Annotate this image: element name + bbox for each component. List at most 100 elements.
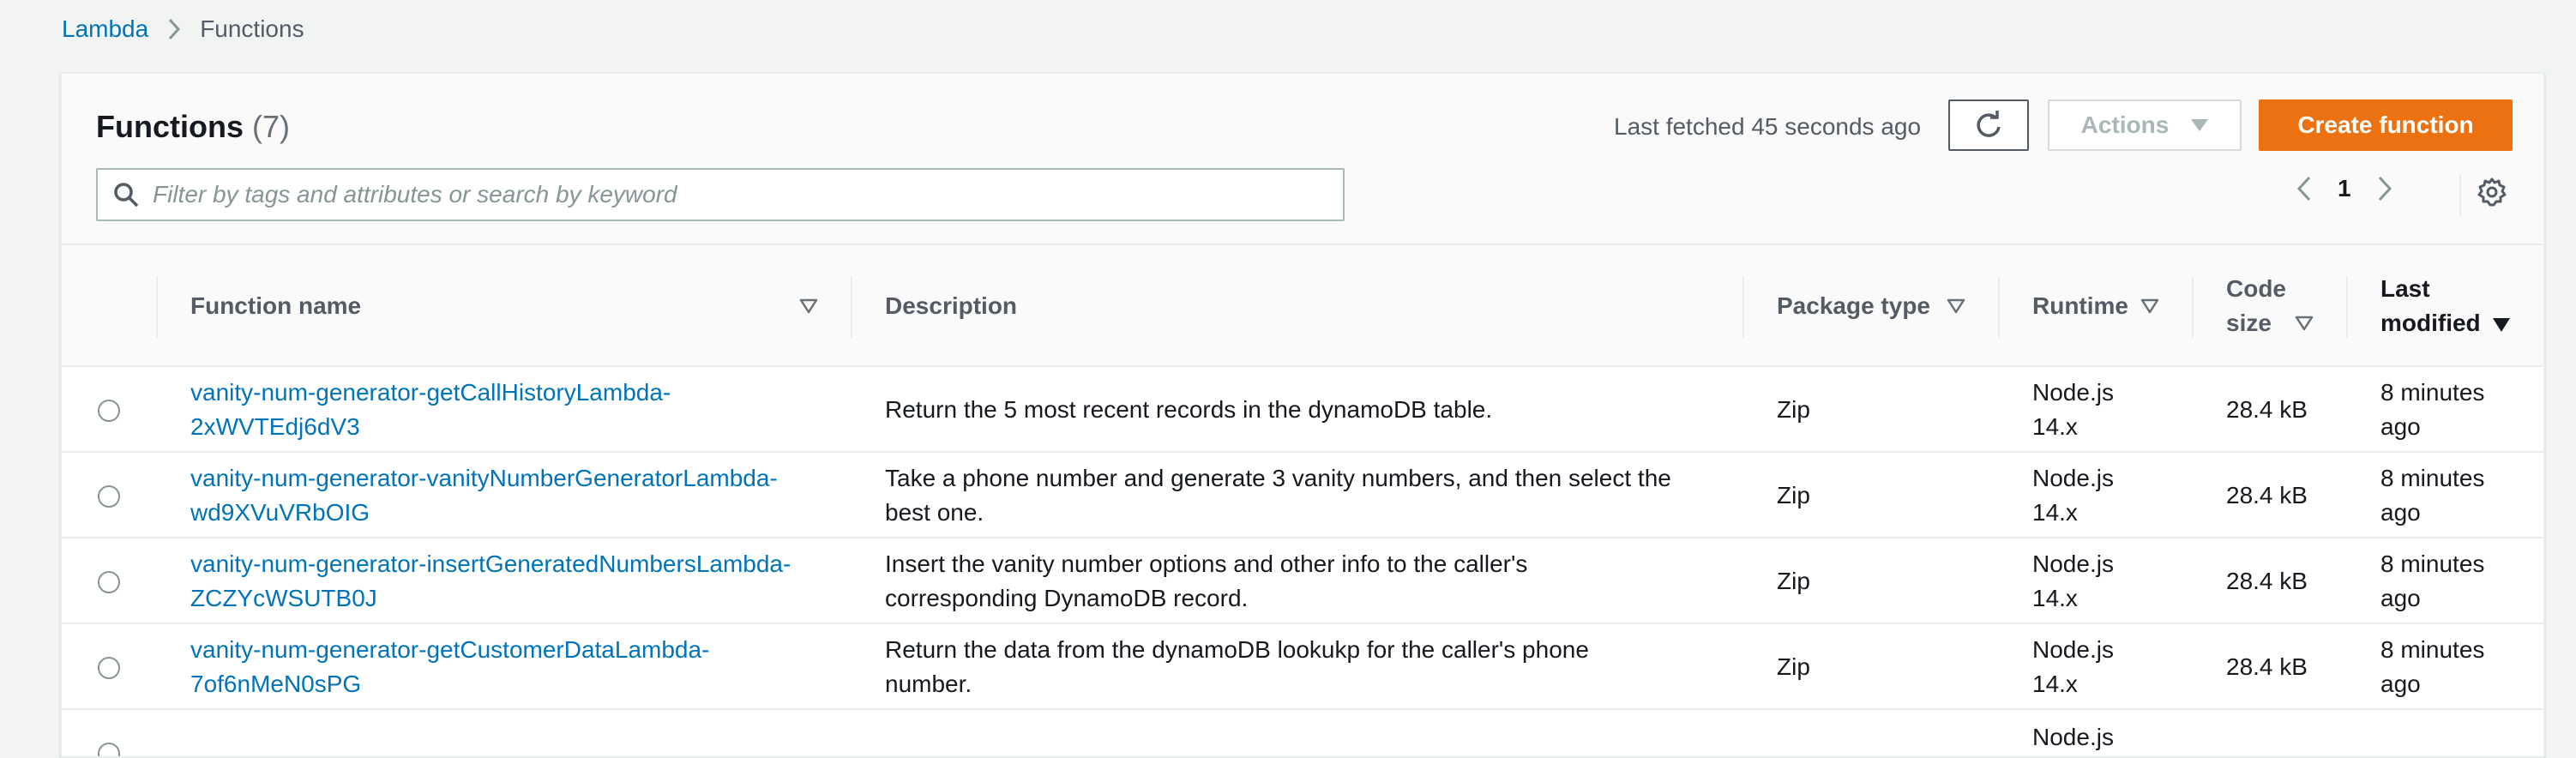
function-name-line: vanity-num-generator-insertGeneratedNumb… bbox=[190, 550, 791, 577]
row-select-radio[interactable] bbox=[98, 743, 120, 756]
function-name-line: vanity-num-generator-getCallHistoryLambd… bbox=[190, 379, 671, 406]
breadcrumb-lambda-link[interactable]: Lambda bbox=[62, 12, 148, 46]
description-cell: Return the 5 most recent records in the … bbox=[885, 367, 1492, 453]
last-modified-cell: 8 minutes ago bbox=[2380, 367, 2484, 453]
column-divider bbox=[1742, 276, 1744, 338]
row-select-radio[interactable] bbox=[98, 657, 120, 679]
refresh-button[interactable] bbox=[1948, 99, 2029, 151]
next-page-icon[interactable] bbox=[2377, 175, 2392, 202]
search-icon bbox=[113, 182, 139, 208]
runtime-line: 14.x bbox=[2032, 499, 2078, 526]
caret-down-icon bbox=[2191, 119, 2209, 131]
column-header-package-type[interactable]: Package type bbox=[1777, 245, 1930, 367]
column-label: Function name bbox=[190, 292, 362, 319]
description-line: Return the data from the dynamoDB lookuk… bbox=[885, 636, 1589, 663]
column-header-code-size[interactable]: Code size bbox=[2226, 245, 2286, 367]
code-size-cell: 28.4 kB bbox=[2226, 568, 2308, 594]
row-select-radio[interactable] bbox=[98, 571, 120, 593]
last-modified-line: ago bbox=[2380, 585, 2421, 611]
breadcrumb-current: Functions bbox=[200, 15, 304, 42]
table-row[interactable]: vanity-num-generator-vanityNumberGenerat… bbox=[62, 453, 2543, 538]
runtime-cell: Node.js 14.x bbox=[2032, 367, 2114, 453]
function-name-line: 7of6nMeN0sPG bbox=[190, 671, 362, 697]
sort-icon[interactable] bbox=[2140, 298, 2159, 314]
column-label: modified bbox=[2380, 310, 2481, 336]
sort-icon[interactable] bbox=[2295, 316, 2314, 331]
description-cell: Insert the vanity number options and oth… bbox=[885, 538, 1527, 624]
current-page-number[interactable]: 1 bbox=[2338, 175, 2351, 202]
last-modified-line: 8 minutes bbox=[2380, 550, 2485, 577]
last-modified-cell: 8 minutes ago bbox=[2380, 624, 2484, 710]
function-name-line: wd9XVuVRbOIG bbox=[190, 499, 370, 526]
code-size-cell: 28.4 kB bbox=[2226, 482, 2308, 508]
page-title: Functions (7) bbox=[96, 106, 290, 147]
functions-table-panel: Functions (7) Last fetched 45 seconds ago… bbox=[60, 72, 2545, 758]
function-name-line: 2xWVTEdj6dV3 bbox=[190, 413, 360, 440]
title-text: Functions bbox=[96, 109, 244, 144]
package-type-cell: Zip bbox=[1777, 653, 1810, 680]
column-label: Code bbox=[2226, 275, 2286, 302]
search-box bbox=[96, 168, 1345, 221]
runtime-line: 14.x bbox=[2032, 585, 2078, 611]
description-line: Take a phone number and generate 3 vanit… bbox=[885, 465, 1671, 491]
column-label: Description bbox=[885, 292, 1018, 319]
description-cell: Return the data from the dynamoDB lookuk… bbox=[885, 624, 1589, 710]
actions-dropdown-button[interactable]: Actions bbox=[2048, 99, 2242, 151]
table-row[interactable]: vanity-num-generator-insertGeneratedNumb… bbox=[62, 538, 2543, 624]
last-modified-line: 8 minutes bbox=[2380, 636, 2485, 663]
row-select-radio[interactable] bbox=[98, 400, 120, 422]
description-line: Return the 5 most recent records in the … bbox=[885, 396, 1493, 423]
sort-icon[interactable] bbox=[799, 298, 818, 314]
column-header-last-modified[interactable]: Last modified bbox=[2380, 245, 2481, 367]
function-count: (7) bbox=[251, 109, 290, 144]
table-row[interactable]: vanity-num-generator-getCustomerDataLamb… bbox=[62, 624, 2543, 710]
last-modified-cell: 8 minutes ago bbox=[2380, 453, 2484, 538]
last-fetched-text: Last fetched 45 seconds ago bbox=[1614, 113, 1922, 140]
column-divider bbox=[2346, 276, 2348, 338]
description-line: Insert the vanity number options and oth… bbox=[885, 550, 1528, 577]
last-modified-cell: 8 minutes ago bbox=[2380, 538, 2484, 624]
package-type-cell: Zip bbox=[1777, 568, 1810, 594]
last-modified-line: ago bbox=[2380, 499, 2421, 526]
package-type-cell: Zip bbox=[1777, 396, 1810, 423]
panel-header: Functions (7) Last fetched 45 seconds ago… bbox=[62, 74, 2543, 245]
description-cell: Take a phone number and generate 3 vanit… bbox=[885, 453, 1671, 538]
function-name-line: vanity-num-generator-getCustomerDataLamb… bbox=[190, 636, 710, 663]
description-line: number. bbox=[885, 671, 972, 697]
last-modified-line: ago bbox=[2380, 413, 2421, 440]
column-label: Package type bbox=[1777, 292, 1930, 319]
column-header-runtime[interactable]: Runtime bbox=[2032, 245, 2128, 367]
sort-icon[interactable] bbox=[1947, 298, 1965, 314]
column-header-function-name[interactable]: Function name bbox=[190, 245, 361, 367]
function-name-link[interactable]: vanity-num-generator-insertGeneratedNumb… bbox=[190, 538, 791, 624]
table-row[interactable]: vanity-num-generator-getCallHistoryLambd… bbox=[62, 367, 2543, 453]
table-header-row: Function name Description Package type R… bbox=[62, 245, 2543, 367]
runtime-line: Node.js bbox=[2032, 636, 2114, 663]
column-divider bbox=[1998, 276, 2000, 338]
code-size-cell: 28.4 kB bbox=[2226, 396, 2308, 423]
breadcrumb: Lambda Functions bbox=[62, 12, 304, 46]
actions-label: Actions bbox=[2080, 111, 2170, 138]
package-type-cell: Zip bbox=[1777, 482, 1810, 508]
function-name-link[interactable]: vanity-num-generator-getCallHistoryLambd… bbox=[190, 367, 671, 453]
column-label: Last bbox=[2380, 275, 2430, 302]
function-name-link[interactable]: vanity-num-generator-vanityNumberGenerat… bbox=[190, 453, 778, 538]
function-name-line: vanity-num-generator-vanityNumberGenerat… bbox=[190, 465, 778, 491]
gear-icon[interactable] bbox=[2477, 177, 2507, 208]
runtime-line: Node.js bbox=[2032, 379, 2114, 406]
runtime-line: Node.js bbox=[2032, 550, 2114, 577]
column-divider bbox=[156, 276, 158, 338]
row-select-radio[interactable] bbox=[98, 485, 120, 508]
column-label: Runtime bbox=[2032, 292, 2128, 319]
function-name-link[interactable]: vanity-num-generator-getCustomerDataLamb… bbox=[190, 624, 709, 710]
code-size-cell: 28.4 kB bbox=[2226, 653, 2308, 680]
runtime-line: Node.js bbox=[2032, 465, 2114, 491]
search-input[interactable] bbox=[153, 181, 1319, 208]
runtime-cell: Node.js bbox=[2032, 710, 2114, 756]
create-function-button[interactable]: Create function bbox=[2259, 99, 2513, 151]
table-row[interactable]: Node.js bbox=[62, 710, 2543, 756]
previous-page-icon[interactable] bbox=[2296, 175, 2312, 202]
sort-descending-icon[interactable] bbox=[2492, 317, 2511, 333]
column-header-description[interactable]: Description bbox=[885, 245, 1017, 367]
pagination: 1 bbox=[2296, 175, 2392, 202]
